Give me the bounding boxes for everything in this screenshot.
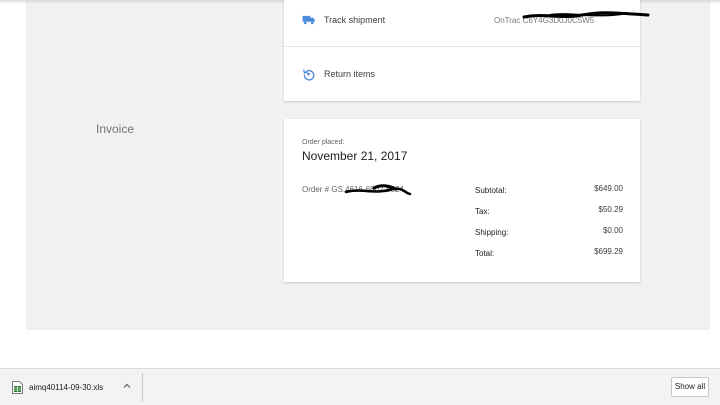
- order-date: November 21, 2017: [302, 149, 408, 163]
- track-shipment-row[interactable]: Track shipment OnTrac C6Y4G3D0J0C5W5: [284, 0, 650, 46]
- invoice-card: Order placed: November 21, 2017 Order # …: [284, 119, 640, 282]
- invoice-section-label: Invoice: [96, 122, 135, 136]
- return-icon: [303, 69, 315, 81]
- return-items-row[interactable]: Return items: [284, 48, 640, 100]
- show-all-button[interactable]: Show all: [671, 377, 709, 397]
- track-shipment-label: Track shipment: [324, 15, 386, 25]
- tracking-number[interactable]: OnTrac C6Y4G3D0J0C5W5: [494, 16, 594, 25]
- tax-row: Tax: $50.29: [475, 205, 623, 226]
- total-label: Total:: [475, 249, 495, 258]
- spreadsheet-file-icon: [12, 381, 23, 394]
- order-totals: Subtotal: $649.00 Tax: $50.29 Shipping: …: [475, 184, 623, 268]
- download-file-name: aimq40114-09-30.xls: [29, 383, 104, 392]
- total-row: Total: $699.29: [475, 247, 623, 268]
- tax-value: $50.29: [598, 205, 623, 214]
- download-item[interactable]: aimq40114-09-30.xls: [0, 373, 143, 402]
- subtotal-label: Subtotal:: [475, 186, 507, 195]
- shipping-row: Shipping: $0.00: [475, 226, 623, 247]
- subtotal-value: $649.00: [594, 184, 623, 193]
- shipment-actions-card: Track shipment OnTrac C6Y4G3D0J0C5W5 Ret…: [284, 0, 650, 101]
- truck-icon: [302, 15, 315, 25]
- card-divider: [284, 46, 640, 47]
- order-placed-label: Order placed:: [302, 139, 345, 146]
- chevron-up-icon[interactable]: [123, 382, 131, 390]
- shipping-label: Shipping:: [475, 228, 509, 237]
- download-bar: aimq40114-09-30.xls Show all: [0, 368, 720, 405]
- total-value: $699.29: [594, 247, 623, 256]
- subtotal-row: Subtotal: $649.00: [475, 184, 623, 205]
- tax-label: Tax:: [475, 207, 490, 216]
- order-number: Order # GS.4616-6802-8824: [302, 185, 404, 194]
- return-items-label: Return items: [324, 69, 376, 79]
- shipping-value: $0.00: [602, 226, 623, 235]
